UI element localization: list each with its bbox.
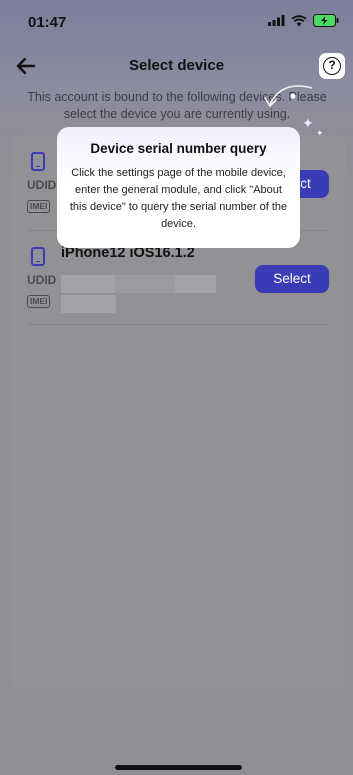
battery-charging-icon bbox=[313, 14, 339, 27]
divider bbox=[27, 324, 329, 325]
phone-icon bbox=[31, 152, 45, 171]
udid-label: UDID bbox=[27, 178, 57, 192]
sparkle-icon: ✦ bbox=[302, 115, 314, 131]
page-title: Select device bbox=[128, 57, 225, 74]
masked-udid-block bbox=[115, 275, 175, 293]
home-indicator bbox=[115, 765, 242, 770]
signal-icon bbox=[268, 15, 285, 26]
select-button[interactable]: Select bbox=[255, 265, 329, 293]
phone-icon bbox=[31, 247, 45, 266]
status-bar: 01:47 bbox=[0, 0, 353, 44]
imei-label: IMEI bbox=[27, 295, 51, 308]
wifi-icon bbox=[291, 14, 307, 26]
masked-imei bbox=[61, 295, 116, 313]
help-button[interactable]: ? bbox=[319, 53, 345, 79]
serial-query-popup: Device serial number query Click the set… bbox=[57, 127, 300, 248]
status-time: 01:47 bbox=[28, 14, 67, 31]
question-circle-icon: ? bbox=[323, 57, 341, 75]
udid-label: UDID bbox=[27, 273, 57, 287]
imei-label: IMEI bbox=[27, 200, 51, 213]
popup-title: Device serial number query bbox=[90, 141, 267, 156]
device-item: iPhone12 iOS16.1.2 UDID IMEI Select bbox=[27, 235, 329, 327]
status-icons bbox=[268, 14, 339, 27]
popup-body: Click the settings page of the mobile de… bbox=[69, 167, 288, 230]
